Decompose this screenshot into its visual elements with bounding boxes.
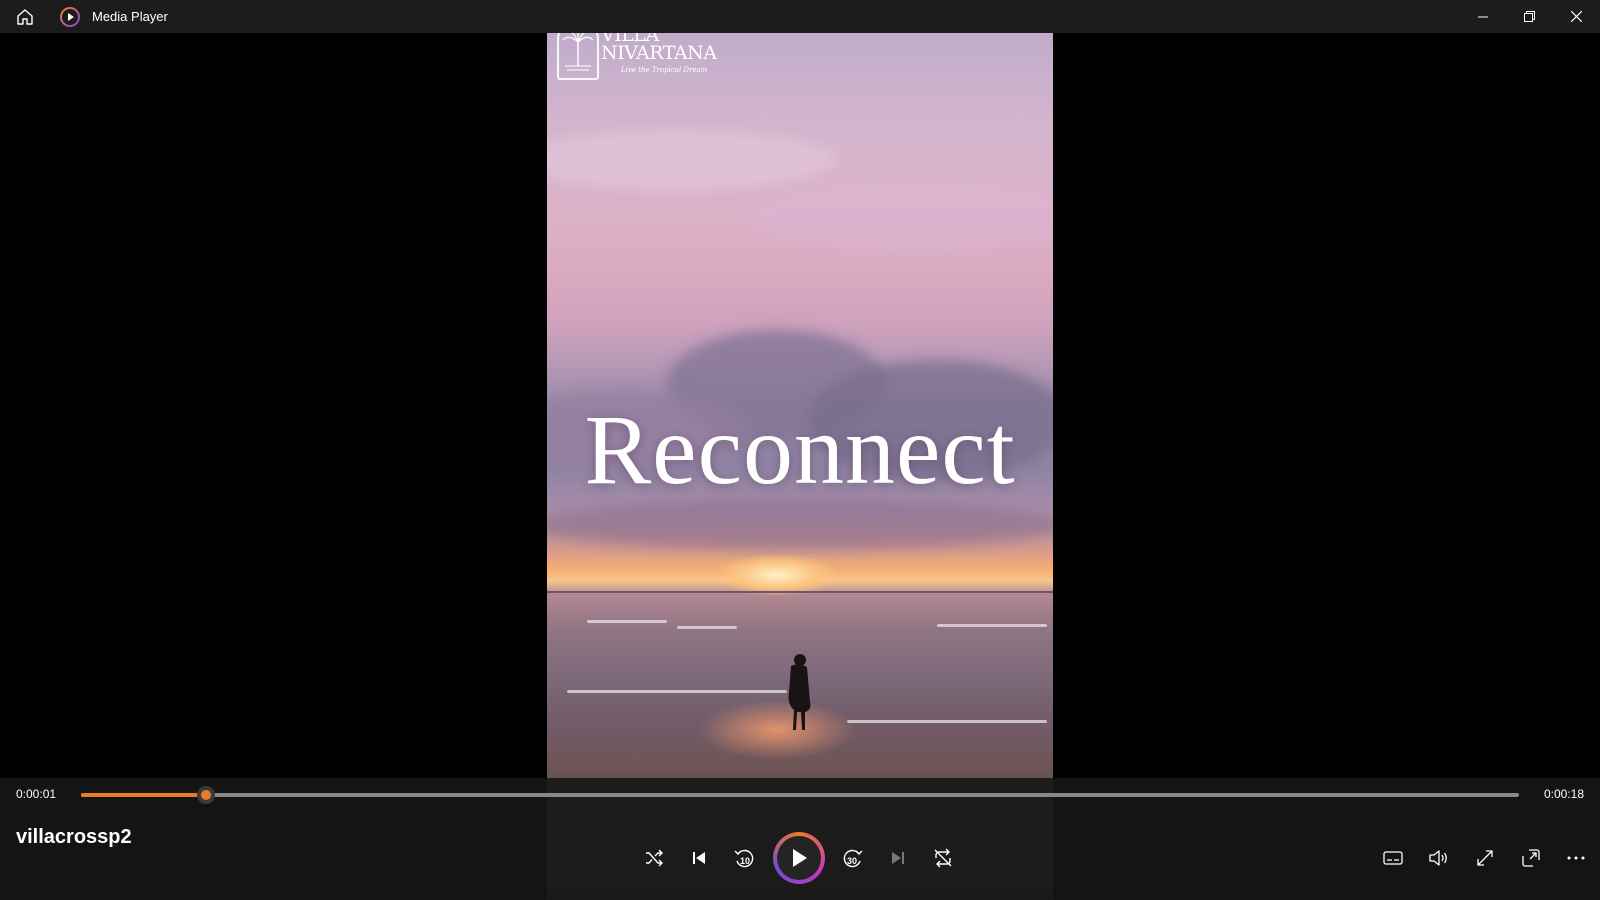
window-controls	[1459, 0, 1600, 33]
volume-button[interactable]	[1419, 838, 1459, 878]
transport-controls: 10 30	[0, 778, 1600, 900]
horizon-line	[547, 591, 1053, 593]
sun-glow	[717, 555, 837, 595]
logo-tagline: Live the Tropical Dream	[621, 66, 708, 74]
beach-reflection	[697, 700, 857, 760]
shuffle-icon	[646, 849, 663, 867]
next-button[interactable]	[878, 838, 918, 878]
next-icon	[892, 852, 904, 864]
previous-button[interactable]	[679, 838, 719, 878]
home-icon	[17, 8, 33, 25]
previous-icon	[693, 852, 705, 864]
repeat-button[interactable]	[923, 838, 963, 878]
more-options-button[interactable]	[1556, 838, 1596, 878]
shuffle-button[interactable]	[634, 838, 674, 878]
restore-button[interactable]	[1506, 0, 1553, 33]
captions-icon	[1383, 851, 1403, 865]
close-button[interactable]	[1553, 0, 1600, 33]
wave	[677, 626, 737, 629]
miniplayer-icon	[1522, 849, 1540, 867]
fullscreen-button[interactable]	[1465, 838, 1505, 878]
skip-forward-button[interactable]: 30	[833, 838, 873, 878]
minimize-button[interactable]	[1459, 0, 1506, 33]
video-frame[interactable]: VILLA NIVARTANA Live the Tropical Dream …	[547, 0, 1053, 900]
play-button-inner	[777, 836, 821, 880]
playback-control-bar: 0:00:01 0:00:18 villacrossp2 10 30	[0, 778, 1600, 900]
video-headline: Reconnect	[584, 394, 1016, 505]
more-icon	[1567, 856, 1585, 860]
home-button[interactable]	[0, 0, 50, 33]
minimize-icon	[1477, 16, 1488, 17]
repeat-off-icon	[934, 848, 952, 868]
wave	[587, 620, 667, 623]
cloud	[747, 180, 1053, 250]
wave	[847, 720, 1047, 723]
skip-forward-label: 30	[847, 856, 857, 866]
cloud	[547, 130, 837, 190]
skip-back-label: 10	[740, 856, 750, 866]
volume-icon	[1429, 850, 1447, 866]
cloud	[547, 500, 1053, 550]
video-stage[interactable]: VILLA NIVARTANA Live the Tropical Dream …	[0, 0, 1600, 900]
skip-back-10-icon: 10	[734, 849, 754, 868]
play-icon	[793, 849, 807, 867]
fullscreen-icon	[1477, 850, 1493, 866]
captions-button[interactable]	[1373, 838, 1413, 878]
skip-back-button[interactable]: 10	[724, 838, 764, 878]
skip-forward-30-icon: 30	[843, 849, 863, 868]
close-icon	[1571, 11, 1582, 22]
media-player-icon	[60, 6, 80, 27]
wave	[567, 690, 787, 693]
title-bar: Media Player	[0, 0, 1600, 33]
restore-icon	[1524, 11, 1535, 22]
logo-line2: NIVARTANA	[601, 42, 717, 64]
person-silhouette	[788, 654, 811, 730]
miniplayer-button[interactable]	[1511, 838, 1551, 878]
app-title: Media Player	[92, 9, 168, 24]
wave	[937, 624, 1047, 627]
play-button[interactable]	[773, 832, 825, 884]
